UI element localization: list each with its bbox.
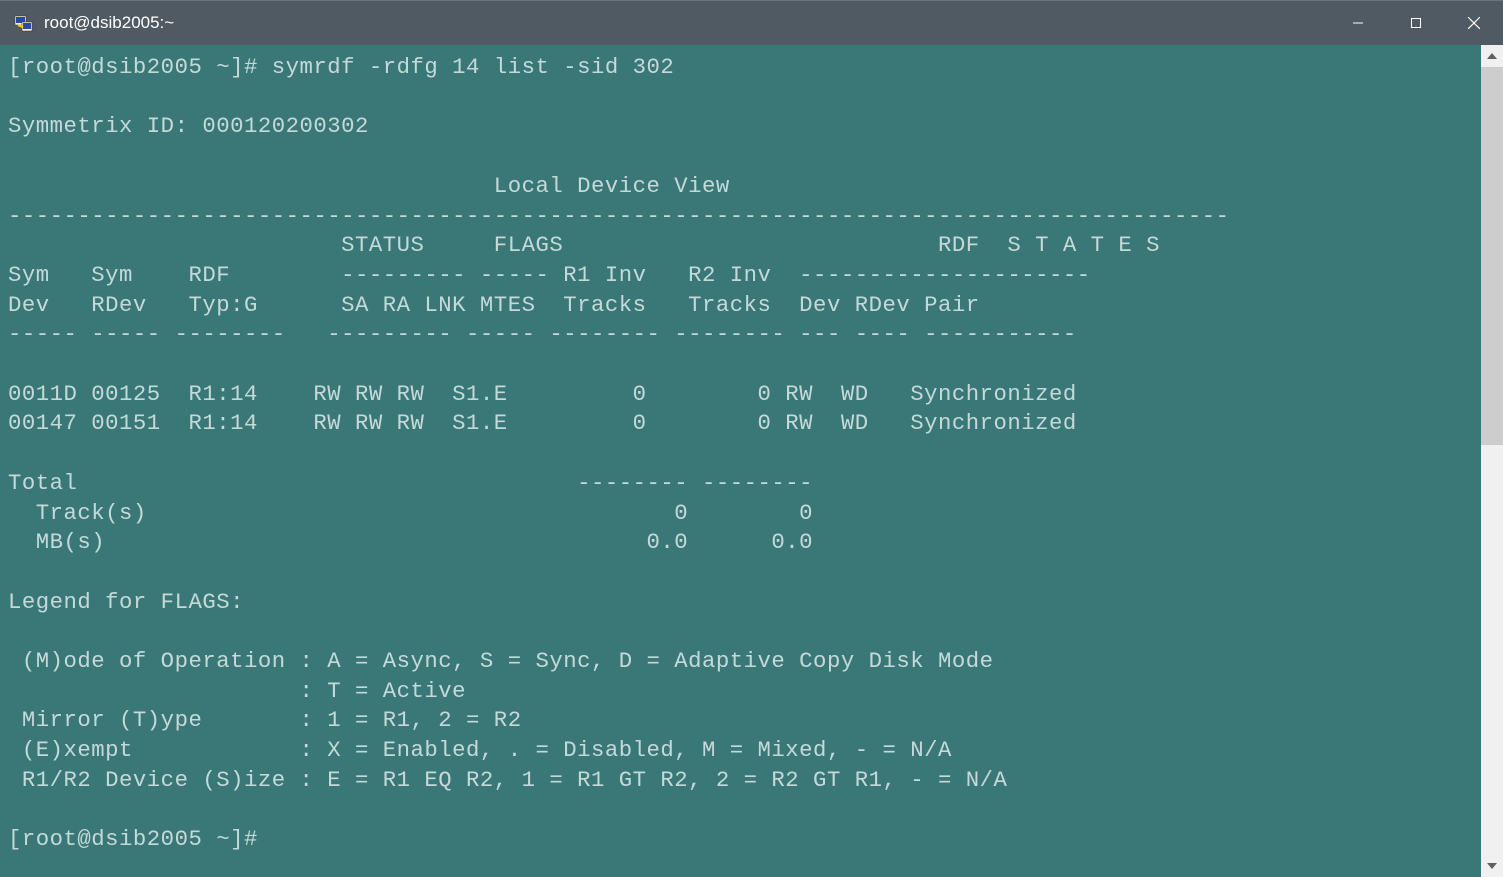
command-text: symrdf -rdfg 14 list -sid 302 — [272, 54, 675, 80]
scrollbar[interactable] — [1481, 45, 1503, 877]
scroll-down-arrow-icon[interactable] — [1481, 855, 1503, 877]
mbs-line: MB(s) 0.0 0.0 — [8, 529, 813, 555]
table-row: 0011D 00125 R1:14 RW RW RW S1.E 0 0 RW W… — [8, 381, 1077, 407]
close-button[interactable] — [1445, 1, 1503, 45]
legend-line: (E)xempt : X = Enabled, . = Disabled, M … — [8, 737, 952, 763]
maximize-button[interactable] — [1387, 1, 1445, 45]
total-line: Total -------- -------- — [8, 470, 813, 496]
legend-line: Mirror (T)ype : 1 = R1, 2 = R2 — [8, 707, 522, 733]
symmetrix-id-line: Symmetrix ID: 000120200302 — [8, 113, 369, 139]
terminal-window: root@dsib2005:~ [root@dsib2005 ~]# symrd… — [0, 0, 1503, 877]
scrollbar-track[interactable] — [1481, 67, 1503, 855]
terminal-output[interactable]: [root@dsib2005 ~]# symrdf -rdfg 14 list … — [0, 45, 1481, 877]
header-row-2: Sym Sym RDF --------- ----- R1 Inv R2 In… — [8, 262, 1091, 288]
putty-icon — [12, 12, 34, 34]
separator: ----------------------------------------… — [8, 203, 1229, 229]
legend-title: Legend for FLAGS: — [8, 589, 244, 615]
tracks-line: Track(s) 0 0 — [8, 500, 813, 526]
prompt: [root@dsib2005 ~]# — [8, 54, 272, 80]
titlebar[interactable]: root@dsib2005:~ — [0, 0, 1503, 45]
header-row-3: Dev RDev Typ:G SA RA LNK MTES Tracks Tra… — [8, 292, 980, 318]
table-row: 00147 00151 R1:14 RW RW RW S1.E 0 0 RW W… — [8, 410, 1077, 436]
scrollbar-thumb[interactable] — [1481, 67, 1503, 445]
legend-line: (M)ode of Operation : A = Async, S = Syn… — [8, 648, 994, 674]
legend-line: : T = Active — [8, 678, 466, 704]
view-title: Local Device View — [8, 173, 730, 199]
window-title: root@dsib2005:~ — [44, 13, 1329, 33]
window-controls — [1329, 1, 1503, 45]
separator-cols: ----- ----- -------- --------- ----- ---… — [8, 321, 1077, 347]
minimize-button[interactable] — [1329, 1, 1387, 45]
header-row-1: STATUS FLAGS RDF S T A T E S — [8, 232, 1160, 258]
scroll-up-arrow-icon[interactable] — [1481, 45, 1503, 67]
prompt: [root@dsib2005 ~]# — [8, 826, 258, 852]
legend-line: R1/R2 Device (S)ize : E = R1 EQ R2, 1 = … — [8, 767, 1007, 793]
terminal-body: [root@dsib2005 ~]# symrdf -rdfg 14 list … — [0, 45, 1503, 877]
